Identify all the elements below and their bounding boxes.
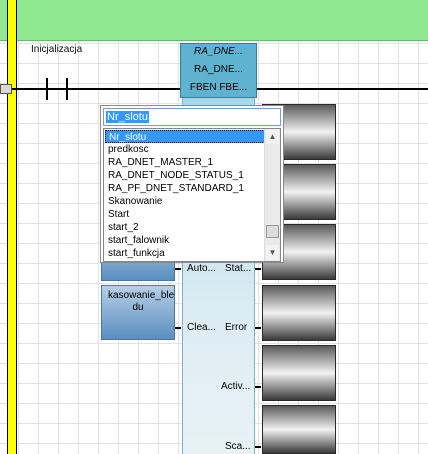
list-item[interactable]: predkosc [105,143,265,156]
pin-connector [175,268,181,270]
fb-pin-error[interactable]: Error [225,322,247,333]
list-item[interactable]: RA_DNET_NODE_STATUS_1 [105,169,265,182]
input-tag-clear[interactable]: kasowanie_ble du [101,285,175,340]
fb-pin-clear[interactable]: Clea... [187,322,216,333]
output-tag[interactable] [262,285,336,341]
function-block-header[interactable]: RA_DNE... RA_DNE... FBEN FBE... [180,43,257,98]
scroll-up-arrow-icon[interactable]: ▲ [266,129,279,144]
list-item[interactable]: start_funkcja [105,247,265,260]
output-tag[interactable] [262,405,336,454]
list-item[interactable]: start_2 [105,221,265,234]
scroll-thumb[interactable] [266,225,279,238]
list-item[interactable]: RA_PF_DNET_STANDARD_1 [105,182,265,195]
list-item[interactable]: Nr_slotu [105,130,265,143]
output-tag[interactable] [262,345,336,401]
input-tag-label: kasowanie_ble du [108,290,175,313]
fb-header-pins: FBEN FBE... [189,82,248,93]
pin-connector [255,386,261,388]
left-power-rail [7,0,17,454]
pin-connector [255,327,261,329]
pin-connector [255,446,261,448]
fb-pin-auto[interactable]: Auto... [187,263,216,274]
list-item[interactable]: start_falownik [105,234,265,247]
list-item[interactable]: RA_DNET_MASTER_1 [105,156,265,169]
fb-type-name: RA_DNE... [194,64,243,75]
fb-instance-name: RA_DNE... [194,46,243,57]
list-item[interactable]: Start [105,208,265,221]
combo-selected-text: Nr_slotu [106,111,149,123]
pin-connector [255,268,261,270]
fb-pin-active[interactable]: Activ... [221,381,250,392]
rung-wire-out [257,88,428,90]
fb-pin-status[interactable]: Stat... [225,263,251,274]
list-item[interactable]: Skanowanie [105,195,265,208]
rung-wire [0,88,180,90]
tag-combo-input[interactable]: Nr_slotu [103,108,281,126]
rung-label: Inicjalizacja [31,44,83,55]
normally-open-contact[interactable] [46,78,68,100]
pin-connector [175,327,181,329]
scroll-down-arrow-icon[interactable]: ▼ [266,245,279,260]
rung-connector[interactable] [0,84,12,94]
fb-pin-scan[interactable]: Sca... [225,441,251,452]
rung-header-band [0,0,428,41]
list-scrollbar[interactable]: ▲ ▼ [264,129,280,261]
tag-list[interactable]: Nr_slotu predkosc RA_DNET_MASTER_1 RA_DN… [103,128,281,262]
tag-dropdown[interactable]: Nr_slotu Nr_slotu predkosc RA_DNET_MASTE… [100,105,284,263]
